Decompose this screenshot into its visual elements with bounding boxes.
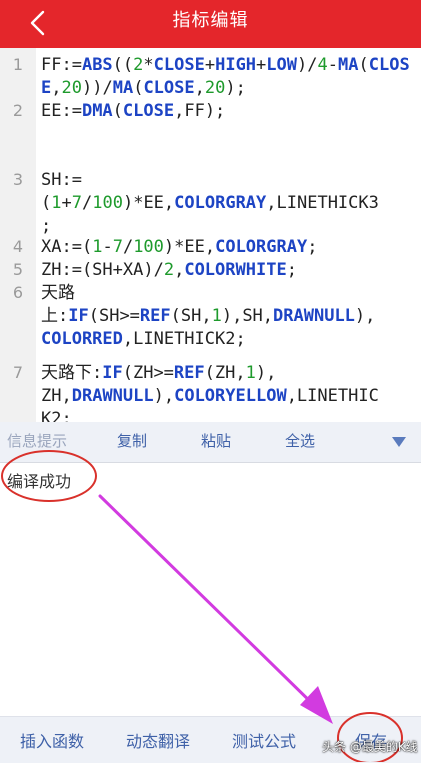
code-token: ),SH, (221, 306, 274, 326)
code-token: 7 (71, 193, 82, 213)
code-token: EE:= (41, 101, 82, 121)
code-token: + (204, 55, 216, 75)
code-token: IF (68, 306, 89, 326)
code-token: , (174, 260, 185, 280)
code-token: FF:= (41, 55, 82, 75)
code-token: 20 (61, 78, 82, 98)
code-token: + (256, 55, 267, 75)
code-token: ; (286, 260, 297, 280)
code-token: ; (307, 237, 318, 257)
code-token: (SH, (170, 306, 212, 326)
code-token: + (61, 193, 72, 213)
code-token: LOW (266, 55, 298, 75)
code-text: 天路 上:IF(SH>=REF(SH,1),SH,DRAWNULL), COLO… (41, 282, 417, 351)
code-token: 1 (51, 193, 62, 213)
code-token: ABS (81, 55, 113, 75)
toolbar-select-all-button[interactable]: 全选 (285, 422, 315, 462)
code-token: , (194, 78, 205, 98)
insert-function-button[interactable]: 插入函数 (20, 717, 84, 763)
code-token: DRAWNULL (71, 386, 154, 406)
code-token: 20 (204, 78, 226, 98)
code-token: 2 (163, 260, 175, 280)
code-text: FF:=ABS((2*CLOSE+HIGH+LOW)/4-MA(CLOSE,20… (41, 54, 417, 100)
line-number: 4 (12, 237, 24, 256)
code-token: (ZH>= (122, 363, 174, 383)
code-token: ); (225, 78, 246, 98)
toolbar-copy-button[interactable]: 复制 (117, 422, 147, 462)
code-token: / (82, 193, 93, 213)
code-token: 1 (245, 363, 256, 383)
code-token: DMA (81, 101, 113, 121)
code-token: 天路下: (41, 363, 103, 383)
code-token: 1 (211, 306, 222, 326)
line-number: 7 (12, 363, 24, 382)
code-token: (ZH, (204, 363, 246, 383)
code-token: HIGH (215, 55, 257, 75)
line-number: 2 (12, 101, 24, 120)
line-number: 1 (12, 55, 24, 74)
code-token: COLORGRAY (215, 237, 308, 257)
code-token: (SH>= (88, 306, 140, 326)
code-token: )/ (297, 55, 318, 75)
code-token: XA:=( (41, 237, 93, 257)
code-token: 7 (112, 237, 123, 257)
code-token: REF (173, 363, 205, 383)
code-token: 1 (92, 237, 103, 257)
code-token: ), (354, 306, 376, 326)
code-text: 天路下:IF(ZH>=REF(ZH,1), ZH,DRAWNULL),COLOR… (41, 362, 417, 422)
code-token: )*EE, (122, 193, 175, 213)
line-number: 3 (12, 170, 24, 189)
code-token: IF (102, 363, 123, 383)
code-token: - (102, 237, 113, 257)
line-number: 5 (12, 260, 24, 279)
formula-editor[interactable]: 1 FF:=ABS((2*CLOSE+HIGH+LOW)/4-MA(CLOSE,2… (0, 48, 421, 422)
compile-status-message: 编译成功 (7, 472, 72, 491)
page-title: 指标编辑 (172, 10, 249, 31)
code-token: COLORWHITE (184, 260, 287, 280)
edit-toolbar: 信息提示 复制 粘贴 全选 (0, 422, 421, 463)
code-token: COLORRED (41, 329, 123, 349)
code-token: ), (153, 386, 175, 406)
code-token: MA (112, 78, 134, 98)
code-token: ,FF); (174, 101, 226, 121)
code-token: ,LINETHICK2; (122, 329, 246, 349)
code-token: , (51, 78, 62, 98)
code-token: COLORGRAY (174, 193, 267, 213)
code-token: DRAWNULL (273, 306, 355, 326)
watermark-text: 头条 @最美的K线 (322, 740, 418, 754)
code-token: 100 (92, 193, 123, 213)
test-formula-button[interactable]: 测试公式 (232, 717, 296, 763)
code-text: SH:= (1+7/100)*EE,COLORGRAY,LINETHICK3 ; (41, 169, 417, 238)
code-token: 2 (133, 55, 144, 75)
toolbar-paste-button[interactable]: 粘贴 (201, 422, 231, 462)
code-token: REF (139, 306, 171, 326)
dynamic-translate-button[interactable]: 动态翻译 (126, 717, 190, 763)
code-token: ( (133, 78, 144, 98)
code-text: XA:=(1-7/100)*EE,COLORGRAY; (41, 236, 417, 259)
triangle-down-icon[interactable] (392, 436, 406, 448)
code-token: CLOSE (122, 101, 175, 121)
code-token: ZH:=(SH+XA)/ (41, 260, 164, 280)
app-header: 指标编辑 (0, 0, 421, 48)
code-token: 100 (133, 237, 164, 257)
code-token: ( (112, 101, 123, 121)
code-token: MA (338, 55, 359, 75)
code-text: EE:=DMA(CLOSE,FF); (41, 100, 417, 123)
code-token: (( (112, 55, 134, 75)
code-token: COLORYELLOW (174, 386, 287, 406)
code-token: CLOSE (153, 55, 205, 75)
line-number: 6 (12, 283, 24, 302)
code-token: )*EE, (163, 237, 216, 257)
compile-output-panel: 编译成功 (0, 463, 421, 715)
code-token: / (122, 237, 134, 257)
code-token: * (143, 55, 154, 75)
code-token: ))/ (81, 78, 113, 98)
toolbar-info-tip[interactable]: 信息提示 (7, 422, 67, 462)
code-token: 4 (317, 55, 328, 75)
code-text: ZH:=(SH+XA)/2,COLORWHITE; (41, 259, 417, 282)
code-token: ( (358, 55, 369, 75)
code-token: CLOSE (143, 78, 195, 98)
code-token: - (327, 55, 338, 75)
